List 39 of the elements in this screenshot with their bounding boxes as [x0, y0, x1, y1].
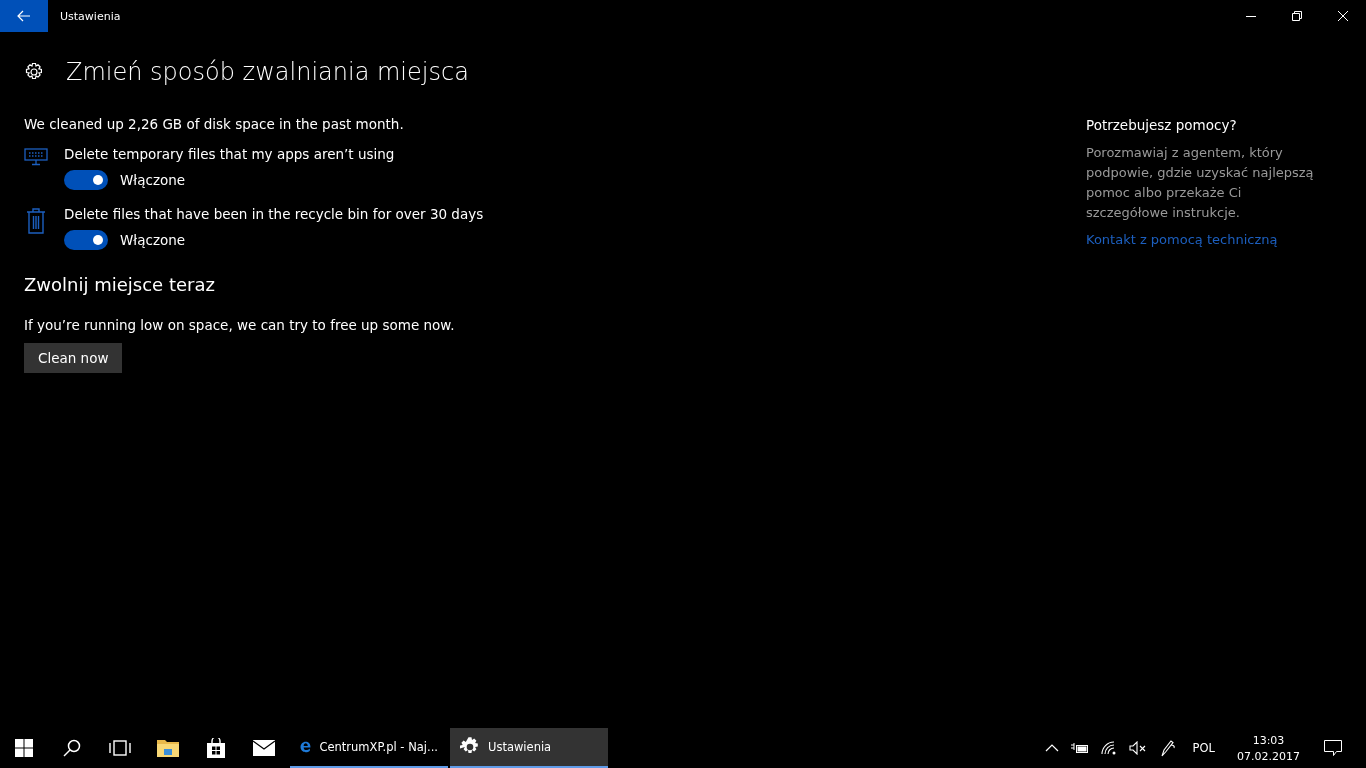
page-title: Zmień sposób zwalniania miejsca	[66, 58, 469, 86]
toggle-state-label: Włączone	[120, 172, 186, 188]
task-view-icon	[109, 740, 131, 756]
search-icon	[63, 739, 81, 757]
back-button[interactable]	[0, 0, 48, 32]
input-language-indicator[interactable]: POL	[1192, 741, 1215, 755]
close-icon	[1338, 11, 1348, 21]
help-text: Porozmawiaj z agentem, który podpowie, gdzie uzyskać najlepszą pomoc albo przekaże Ci szczegółowe instrukcje.	[1086, 144, 1315, 222]
chevron-up-icon[interactable]	[1044, 743, 1059, 753]
taskbar-window-button[interactable]: CentrumXP.pl - Naj...	[290, 728, 448, 768]
summary-text: We cleaned up 2,26 GB of disk space in the past month.	[24, 116, 405, 132]
windows-logo-icon	[15, 739, 33, 757]
wifi-icon[interactable]	[1100, 741, 1117, 755]
window-title: Ustawienia	[60, 9, 121, 23]
toggle-state-label: Włączone	[120, 232, 186, 248]
monitor-icon	[24, 148, 48, 166]
shopping-bag-icon	[206, 738, 226, 758]
clean-now-button[interactable]: Clean now	[24, 343, 123, 373]
option-label: Delete files that have been in the recycle bin for over 30 days	[64, 206, 484, 222]
taskbar-window-button[interactable]: Ustawienia	[450, 728, 608, 768]
option-label: Delete temporary files that my apps aren’t using	[64, 146, 395, 162]
settings-icon	[24, 62, 44, 82]
back-arrow-icon	[17, 10, 31, 22]
battery-icon[interactable]	[1070, 742, 1089, 754]
clock-date[interactable]: 07.02.2017	[1237, 749, 1300, 763]
help-heading: Potrzebujesz pomocy?	[1086, 117, 1238, 133]
toggle-switch[interactable]	[64, 170, 108, 190]
toggle-switch[interactable]	[64, 230, 108, 250]
pen-icon[interactable]	[1158, 739, 1177, 757]
speaker-muted-icon[interactable]	[1128, 741, 1147, 755]
restore-icon	[1292, 11, 1302, 21]
clock-time[interactable]: 13:03	[1252, 733, 1285, 747]
notification-icon[interactable]	[1324, 740, 1342, 756]
trash-icon	[26, 208, 46, 234]
free-space-text: If you’re running low on space, we can try to free up some now.	[24, 317, 456, 333]
support-link[interactable]: Kontakt z pomocą techniczną	[1086, 232, 1278, 247]
section-heading: Zwolnij miejsce teraz	[24, 274, 216, 295]
envelope-icon	[253, 740, 275, 756]
folder-icon	[157, 739, 179, 757]
